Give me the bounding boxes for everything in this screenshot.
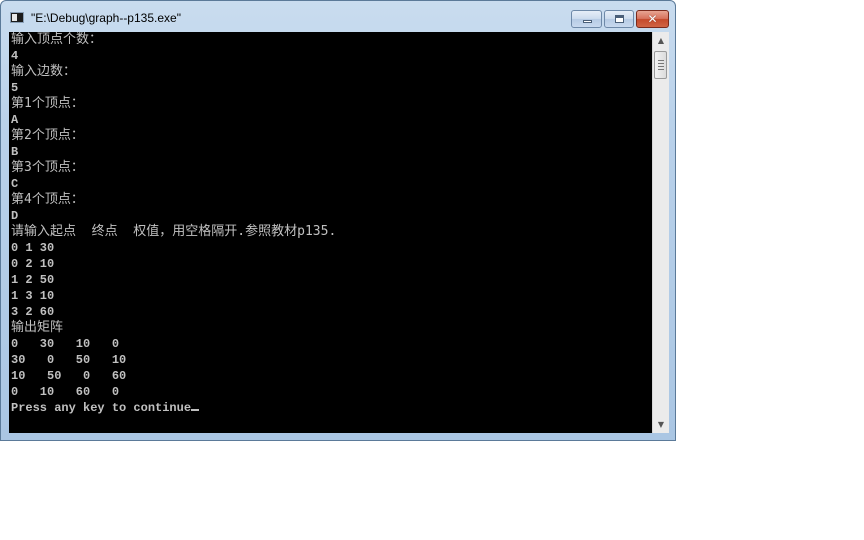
console-line: 3 2 60 [11,305,55,319]
console-line: 0 2 10 [11,257,55,271]
grip-line [658,63,664,64]
console-line: 1 2 50 [11,273,55,287]
console-line: 0 1 30 [11,241,55,255]
console-line: 输入边数： [11,64,77,79]
console-line: 第2个顶点： [11,128,84,143]
close-icon: ✕ [647,12,658,26]
window-title: "E:\Debug\graph--p135.exe" [31,11,181,25]
text-cursor [191,409,200,411]
console-line: C [11,177,19,191]
console-line: 第4个顶点： [11,192,84,207]
vertical-scrollbar[interactable]: ▲ ▼ [652,32,669,433]
console-window: "E:\Debug\graph--p135.exe" ✕ 输入顶点个数： 4 输… [0,0,676,441]
prompt-line: Press any key to continue [9,400,652,416]
console-line: 5 [11,81,19,95]
scroll-down-button[interactable]: ▼ [653,416,669,433]
console-line: A [11,113,19,127]
console-line: 1 3 10 [11,289,55,303]
maximize-icon [615,15,624,23]
grip-line [658,66,664,67]
console-line: B [11,145,19,159]
console-line: 输入顶点个数： [11,32,103,47]
arrow-down-icon: ▼ [657,420,665,429]
console-line: 输出矩阵 [11,320,64,335]
console-line: 0 30 10 0 [11,337,120,351]
console-line: 第3个顶点： [11,160,84,175]
arrow-up-icon: ▲ [657,36,665,45]
console-line: 4 [11,49,19,63]
maximize-button[interactable] [604,10,634,28]
console-line: 请输入起点 终点 权值，用空格隔开.参照教材p135. [11,224,337,239]
console-output[interactable]: 输入顶点个数： 4 输入边数： 5 第1个顶点： A 第2个顶点： B 第3个顶… [9,32,652,433]
grip-line [658,60,664,61]
minimize-icon [583,20,592,23]
console-app-icon[interactable] [10,12,24,23]
grip-line [658,69,664,70]
console-line: 10 50 0 60 [11,369,127,383]
minimize-button[interactable] [571,10,602,28]
title-bar[interactable]: "E:\Debug\graph--p135.exe" ✕ [1,1,675,32]
console-line: D [11,209,19,223]
scroll-thumb[interactable] [654,51,667,79]
prompt-text: Press any key to continue [11,401,192,415]
close-button[interactable]: ✕ [636,10,669,28]
console-line: 0 10 60 0 [11,385,120,399]
console-line: 30 0 50 10 [11,353,127,367]
scroll-up-button[interactable]: ▲ [653,32,669,49]
console-line: 第1个顶点： [11,96,84,111]
